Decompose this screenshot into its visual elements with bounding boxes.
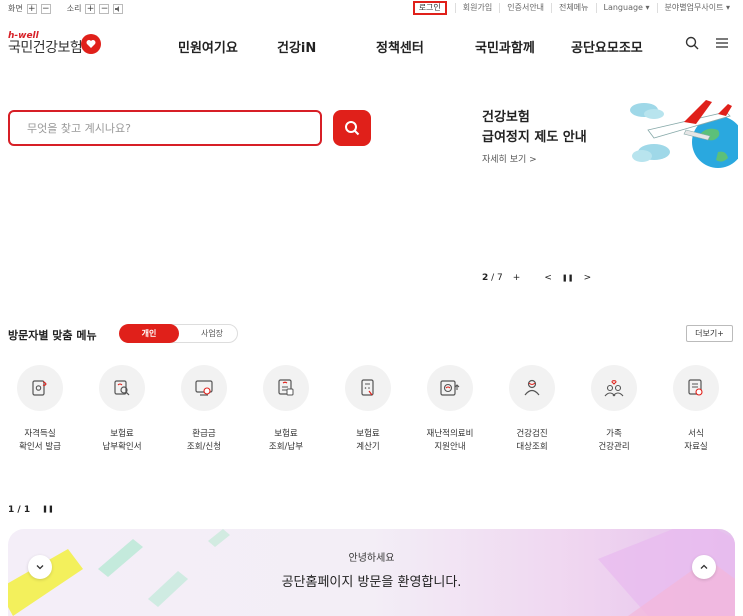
- logo-name-text: 국민건강보험: [8, 40, 83, 56]
- expand-down-button[interactable]: [28, 555, 52, 579]
- pager-pause-button[interactable]: ❚❚: [42, 505, 54, 515]
- pager-plus-button[interactable]: +: [513, 273, 521, 283]
- calculator-icon: [361, 379, 374, 396]
- airplane-globe-illustration: [630, 100, 738, 168]
- header-icons: [685, 36, 729, 50]
- search-icon: [345, 121, 360, 136]
- pager-pause-button[interactable]: ❚❚: [562, 274, 574, 282]
- login-link[interactable]: 로그인: [412, 1, 447, 15]
- signup-link[interactable]: 회원가입: [454, 3, 499, 13]
- bill-icon: [278, 379, 294, 396]
- banner-title-line2: 급여정지 제도 안내: [482, 130, 587, 145]
- tab-business[interactable]: 사업장: [187, 325, 237, 342]
- logo-heart-icon: [81, 34, 101, 54]
- scroll-top-button[interactable]: [692, 555, 716, 579]
- menu-item-label: 환급금 조회/신청: [186, 429, 222, 452]
- menu-item-payment-confirmation[interactable]: 보험료 납부확인서: [87, 365, 157, 454]
- certificate-guide-link[interactable]: 인증서안내: [499, 3, 551, 13]
- form-document-icon: [688, 379, 703, 396]
- welcome-banner: 안녕하세요 공단홈페이지 방문을 환영합니다.: [8, 529, 735, 616]
- monitor-refund-icon: [195, 380, 213, 396]
- screen-size-label: 화면: [8, 4, 23, 13]
- menu-item-refund[interactable]: 환급금 조회/신청: [169, 365, 239, 454]
- nav-corporation-info[interactable]: 공단요모조모: [571, 37, 643, 56]
- document-search-icon: [114, 380, 130, 396]
- search-input[interactable]: [10, 112, 320, 144]
- pager-count: 1 / 1: [8, 505, 31, 515]
- banner-more-link[interactable]: 자세히 보기 >: [482, 152, 587, 165]
- more-button[interactable]: 더보기+: [686, 325, 733, 342]
- pager-count: 2 / 7: [482, 273, 503, 283]
- family-icon: [604, 380, 624, 397]
- welcome-greeting: 안녕하세요: [348, 553, 395, 564]
- menu-item-family-health[interactable]: 가족 건강관리: [579, 365, 649, 454]
- nav-policy-center[interactable]: 정책센터: [376, 37, 424, 56]
- chevron-down-icon: [36, 565, 44, 570]
- main-search-box: [8, 110, 322, 146]
- menu-item-label: 보험료 납부확인서: [102, 429, 142, 452]
- utility-bar: 화면 + − 소리 + − 로그인 회원가입 인증서안내 전체메뉴 Langua…: [0, 0, 743, 16]
- menu-item-premium-payment[interactable]: 보험료 조회/납부: [251, 365, 321, 454]
- promo-banner[interactable]: 건강보험 급여정지 제도 안내 자세히 보기 >: [482, 108, 587, 165]
- visitor-tabs: 개인 사업장: [119, 324, 238, 343]
- sound-down-button[interactable]: −: [99, 3, 110, 14]
- nav-civil-service[interactable]: 민원여기요: [178, 37, 238, 56]
- site-logo[interactable]: h-well 국민건강보험: [8, 32, 101, 56]
- menu-item-qualification-cert[interactable]: 자격득실 확인서 발급: [5, 365, 75, 454]
- chevron-up-icon: [700, 564, 708, 569]
- welcome-message: 공단홈페이지 방문을 환영합니다.: [281, 575, 462, 590]
- all-menu-link[interactable]: 전체메뉴: [551, 3, 595, 13]
- medical-support-icon: [440, 380, 460, 396]
- person-check-icon: [524, 379, 540, 396]
- pager-next-button[interactable]: >: [584, 273, 592, 283]
- nav-health-in[interactable]: 건강iN: [277, 37, 316, 56]
- accessibility-controls: 화면 + − 소리 + −: [8, 3, 124, 14]
- certificate-icon: [32, 380, 47, 396]
- menu-item-label: 가족 건강관리: [598, 429, 630, 452]
- menu-item-label: 자격득실 확인서 발급: [19, 429, 61, 452]
- sound-label: 소리: [66, 4, 82, 13]
- speaker-icon[interactable]: [113, 3, 124, 14]
- menu-item-label: 서식 자료실: [684, 429, 708, 452]
- visitor-menu-title: 방문자별 맞춤 메뉴: [8, 329, 97, 342]
- sound-up-button[interactable]: +: [85, 3, 96, 14]
- menu-item-label: 건강검진 대상조회: [516, 429, 548, 452]
- menu-item-health-checkup[interactable]: 건강검진 대상조회: [497, 365, 567, 454]
- pager-prev-button[interactable]: <: [544, 273, 552, 283]
- menu-item-disaster-medical[interactable]: 재난적의료비 지원안내: [415, 365, 485, 454]
- screen-zoom-in-button[interactable]: +: [26, 3, 37, 14]
- screen-zoom-out-button[interactable]: −: [40, 3, 51, 14]
- menu-item-label: 보험료 계산기: [356, 429, 380, 452]
- hamburger-menu-icon[interactable]: [715, 36, 729, 50]
- banner-pager: 2 / 7 + < ❚❚ >: [482, 273, 591, 283]
- tab-personal[interactable]: 개인: [119, 324, 179, 343]
- search-button[interactable]: [333, 110, 371, 146]
- menu-item-label: 보험료 조회/납부: [268, 429, 304, 452]
- menu-item-form-library[interactable]: 서식 자료실: [661, 365, 731, 454]
- search-icon[interactable]: [685, 36, 699, 50]
- nav-with-people[interactable]: 국민과함께: [475, 37, 535, 56]
- menu-item-label: 재난적의료비 지원안내: [426, 429, 474, 452]
- main-header: h-well 국민건강보험 민원여기요 건강iN 정책센터 국민과함께 공단요모…: [0, 22, 743, 72]
- top-links: 로그인 회원가입 인증서안내 전체메뉴 Language ▾ 분야별업무사이트 …: [412, 1, 737, 15]
- menu-item-calculator[interactable]: 보험료 계산기: [333, 365, 403, 454]
- language-select[interactable]: Language ▾: [595, 3, 657, 13]
- icon-menu-pager: 1 / 1 ❚❚: [8, 505, 54, 515]
- related-sites-select[interactable]: 분야별업무사이트 ▾: [656, 3, 737, 13]
- banner-title-line1: 건강보험: [482, 110, 530, 125]
